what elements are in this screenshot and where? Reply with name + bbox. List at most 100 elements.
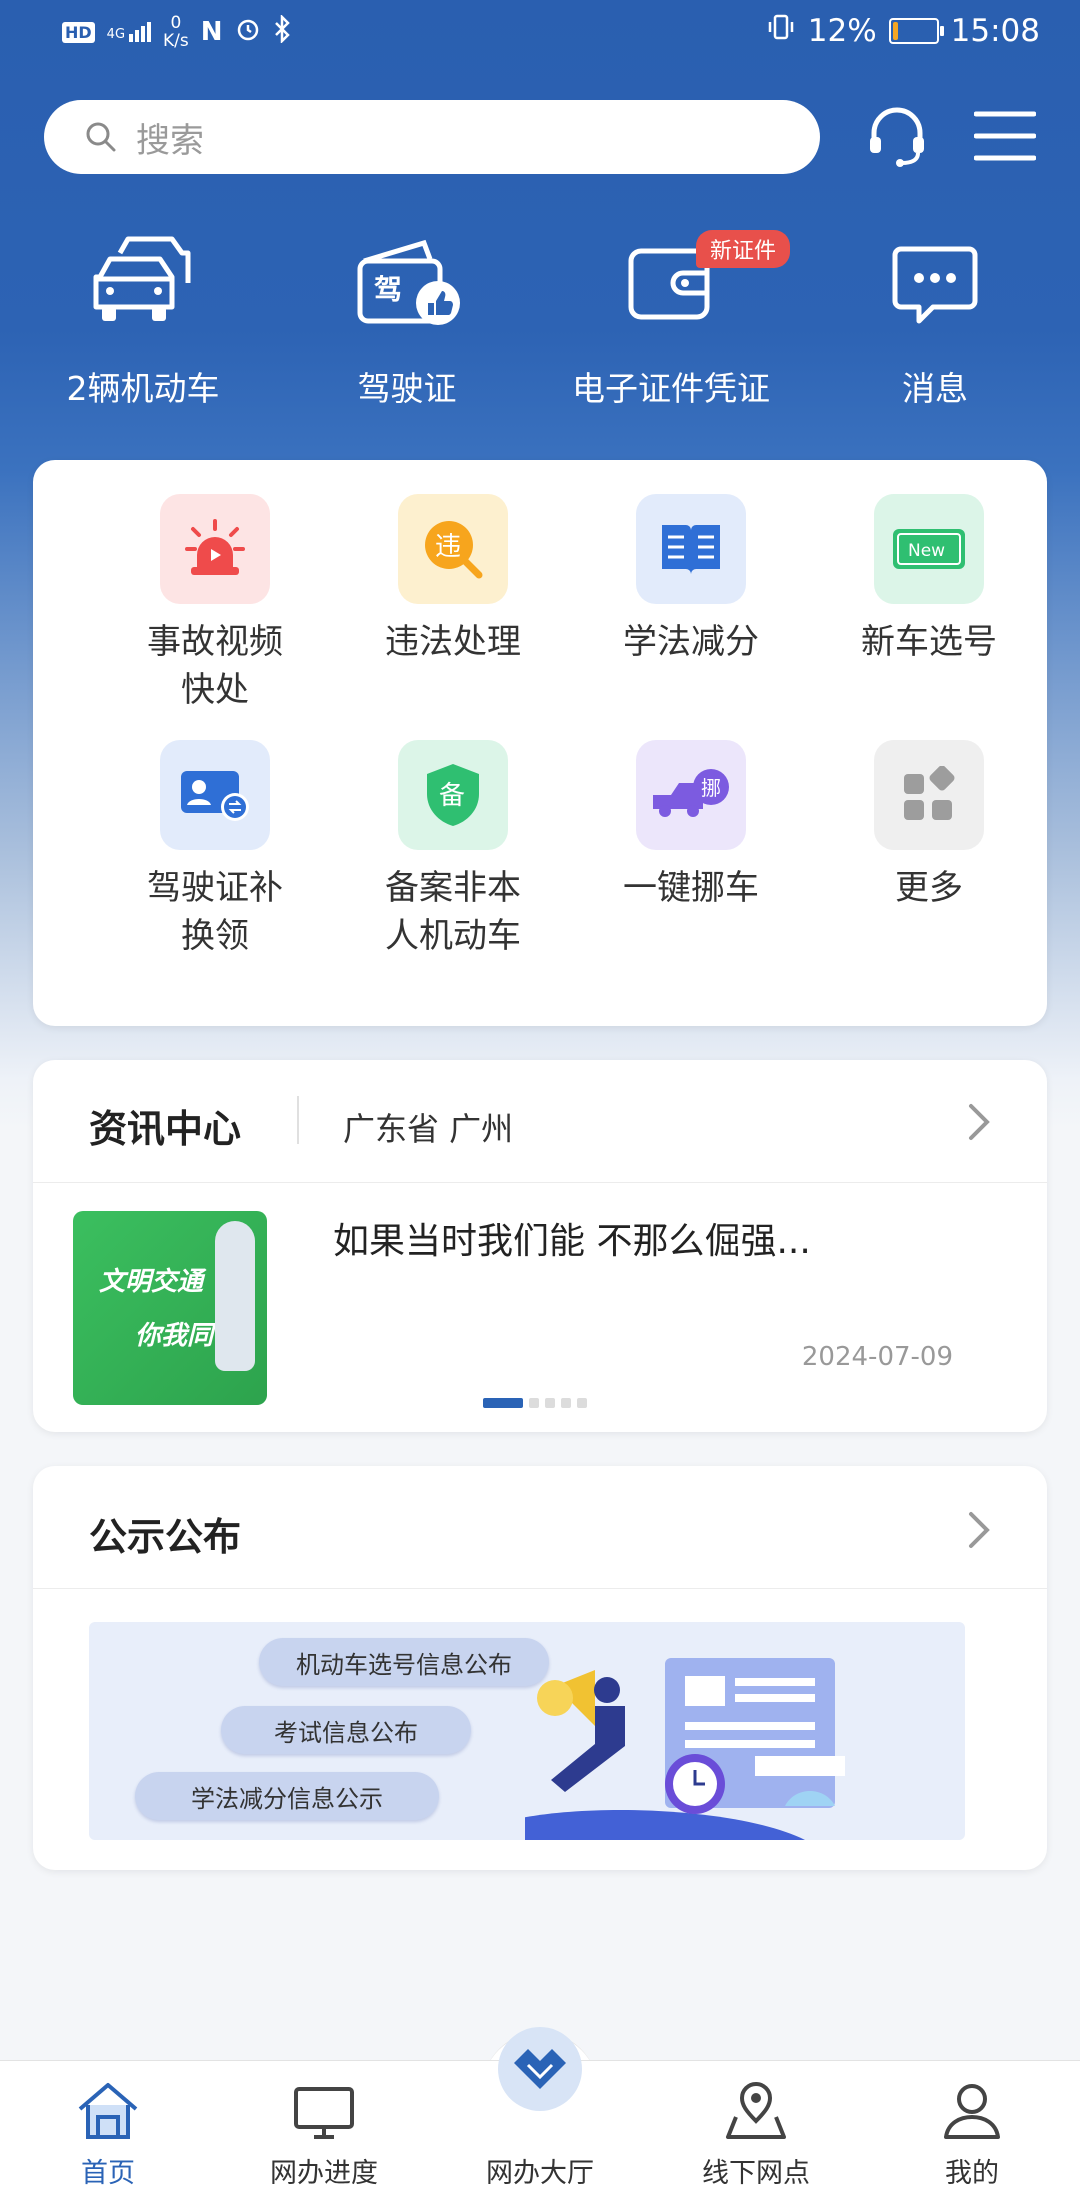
alarm-light-icon <box>160 494 270 604</box>
customer-service-button[interactable] <box>862 104 932 172</box>
megaphone-illustration <box>465 1646 945 1840</box>
title-separator <box>297 1096 299 1144</box>
service-label: 换领 <box>181 916 249 956</box>
notice-item[interactable]: 机动车选号信息公布 <box>259 1638 549 1686</box>
carousel-indicator <box>483 1398 587 1408</box>
service-move-car[interactable]: 挪 一键挪车 <box>572 740 810 912</box>
car-icon <box>88 233 198 337</box>
notice-more-chevron-icon[interactable] <box>959 1510 999 1550</box>
hamburger-icon <box>973 110 1037 166</box>
tab-mine[interactable]: 我的 <box>864 2061 1080 2205</box>
new-credential-badge: 新证件 <box>696 230 791 268</box>
status-bar: HD 4G 0 K/s N 12% 15:08 <box>0 0 1080 66</box>
carousel-dot <box>561 1398 571 1408</box>
service-label: 事故视频 <box>147 622 283 662</box>
search-input[interactable]: 搜索 <box>44 100 820 174</box>
divider <box>33 1588 1047 1589</box>
notice-item[interactable]: 考试信息公布 <box>221 1706 471 1754</box>
service-label: 学法减分 <box>623 622 759 662</box>
service-label: 更多 <box>895 868 963 908</box>
service-more[interactable]: 更多 <box>810 740 1048 912</box>
carousel-dot <box>577 1398 587 1408</box>
notice-item[interactable]: 学法减分信息公示 <box>135 1772 439 1820</box>
tow-truck-icon: 挪 <box>636 740 746 850</box>
service-label: 驾驶证补 <box>147 868 283 908</box>
violation-icon: 违 <box>398 494 508 604</box>
news-headline[interactable]: 如果当时我们能 不那么倔强... <box>333 1212 811 1264</box>
quick-entry-label: 消息 <box>902 369 968 408</box>
alarm-icon <box>235 16 261 48</box>
user-icon <box>942 2081 1002 2145</box>
thumb-text: 文明交通 <box>99 1267 204 1297</box>
news-location[interactable]: 广东省 广州 <box>343 1104 513 1150</box>
quick-entry-vehicles[interactable]: 2辆机动车 <box>8 230 278 410</box>
clock: 15:08 <box>950 13 1040 49</box>
search-placeholder: 搜索 <box>136 120 204 161</box>
tab-service-hall[interactable]: 网办大厅 <box>432 2027 648 2205</box>
bluetooth-icon <box>273 13 291 49</box>
hd-badge: HD <box>62 21 95 43</box>
service-label: 一键挪车 <box>623 868 759 908</box>
robot-illustration <box>215 1221 255 1371</box>
service-label: 快处 <box>181 670 249 710</box>
tab-label: 线下网点 <box>702 2158 810 2189</box>
shield-icon: 备 <box>398 740 508 850</box>
search-icon <box>84 120 118 154</box>
notice-card: 公示公布 机动车选号信息公布 考试信息公布 学法减分信息公示 <box>33 1466 1047 1870</box>
carousel-dot <box>545 1398 555 1408</box>
tab-home[interactable]: 首页 <box>0 2061 216 2205</box>
service-new-car-number[interactable]: New 新车选号 <box>810 494 1048 666</box>
message-icon <box>885 233 985 337</box>
handshake-icon <box>498 2027 582 2111</box>
quick-entry-label: 2辆机动车 <box>66 369 220 408</box>
service-license-renewal[interactable]: 驾驶证补 换领 <box>96 740 334 960</box>
tab-label: 网办大厅 <box>486 2158 594 2189</box>
svg-text:驾: 驾 <box>374 273 402 306</box>
tab-progress[interactable]: 网办进度 <box>216 2061 432 2205</box>
news-section-title: 资讯中心 <box>89 1107 242 1151</box>
service-accident-video[interactable]: 事故视频 快处 <box>96 494 334 714</box>
map-pin-icon <box>724 2081 788 2145</box>
quick-entry-license[interactable]: 驾 驾驶证 <box>272 230 542 410</box>
service-label: 违法处理 <box>385 622 521 662</box>
tab-label: 网办进度 <box>270 2158 378 2189</box>
book-icon <box>636 494 746 604</box>
menu-button[interactable] <box>970 104 1040 172</box>
grid-more-icon <box>874 740 984 850</box>
carousel-dot <box>529 1398 539 1408</box>
service-label: 人机动车 <box>385 916 521 956</box>
vibrate-icon <box>766 12 796 50</box>
service-label: 备案非本 <box>385 868 521 908</box>
tab-label: 首页 <box>81 2158 135 2189</box>
quick-entry-label: 电子证件凭证 <box>572 369 770 408</box>
quick-entry-messages[interactable]: 消息 <box>800 230 1070 410</box>
news-thumbnail[interactable]: 文明交通 你我同行 <box>73 1211 267 1405</box>
quick-entry-label: 驾驶证 <box>357 369 457 408</box>
svg-text:挪: 挪 <box>701 776 721 800</box>
quick-entry-e-credentials[interactable]: 新证件 电子证件凭证 <box>536 230 806 410</box>
id-card-swap-icon <box>160 740 270 850</box>
service-violation[interactable]: 违 违法处理 <box>334 494 572 666</box>
service-study-deduction[interactable]: 学法减分 <box>572 494 810 666</box>
svg-text:备: 备 <box>439 781 465 811</box>
svg-text:New: New <box>908 541 945 561</box>
battery-icon <box>888 18 944 44</box>
tab-offline-points[interactable]: 线下网点 <box>648 2061 864 2205</box>
new-plate-icon: New <box>874 494 984 604</box>
home-icon <box>76 2081 140 2145</box>
news-date: 2024-07-09 <box>801 1342 953 1372</box>
tab-label: 我的 <box>945 2158 999 2189</box>
divider <box>33 1182 1047 1183</box>
net-speed: 0 K/s <box>163 13 189 51</box>
signal-icon: 4G <box>107 22 152 42</box>
carousel-dot-active <box>483 1398 523 1408</box>
svg-text:违: 违 <box>435 532 461 562</box>
news-more-chevron-icon[interactable] <box>959 1102 999 1142</box>
service-label: 新车选号 <box>861 622 997 662</box>
battery-percent: 12% <box>807 13 877 49</box>
bottom-tab-bar: 首页 网办进度 网办大厅 线下网点 我的 <box>0 2027 1080 2205</box>
news-card: 资讯中心 广东省 广州 文明交通 你我同行 如果当时我们能 不那么倔强... 2… <box>33 1060 1047 1432</box>
monitor-icon <box>292 2085 356 2145</box>
notice-banner[interactable]: 机动车选号信息公布 考试信息公布 学法减分信息公示 <box>89 1622 965 1840</box>
service-register-vehicle[interactable]: 备 备案非本人机动车 <box>334 740 572 960</box>
